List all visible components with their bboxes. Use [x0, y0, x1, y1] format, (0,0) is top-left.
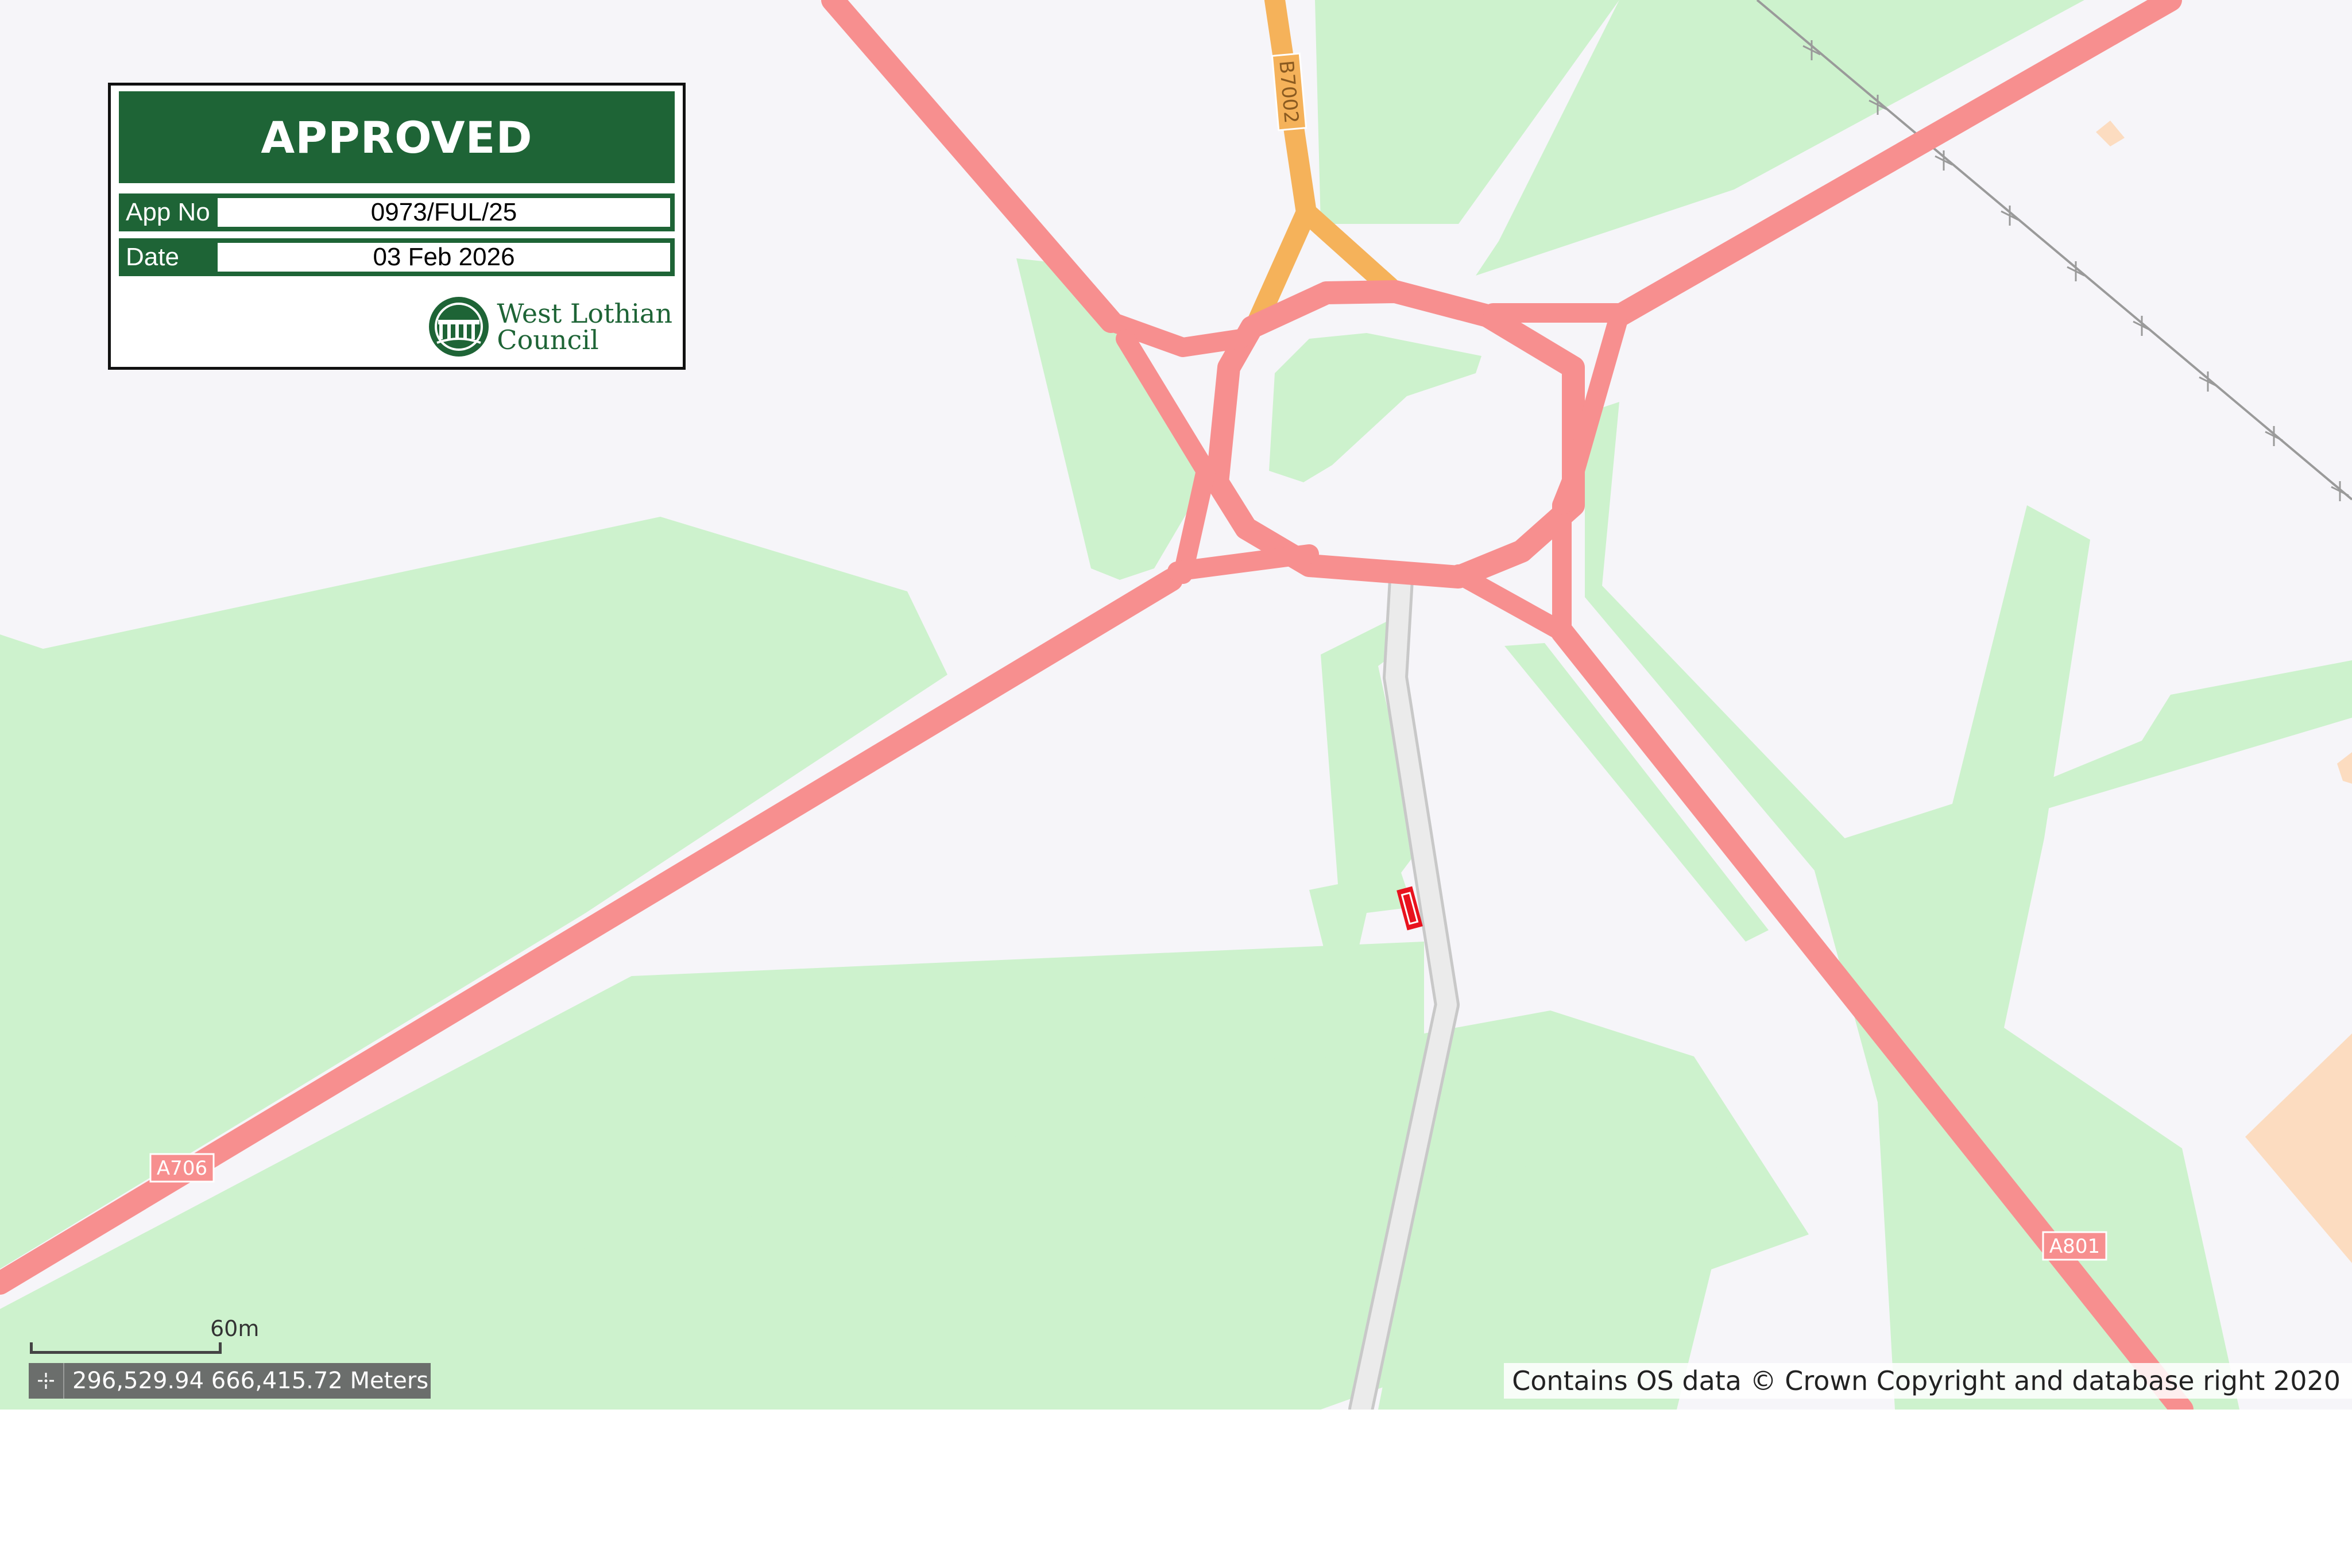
scale-bar-label: 60m — [210, 1316, 260, 1341]
map-view[interactable]: A706 A801 B7002 APPROVED App No 0973/FUL… — [0, 0, 2352, 1410]
svg-text:A706: A706 — [157, 1157, 207, 1180]
coordinate-text: 296,529.94 666,415.72 Meters — [72, 1368, 429, 1394]
date-row: Date 03 Feb 2026 — [119, 238, 675, 276]
council-name: West Lothian Council — [497, 300, 672, 353]
app-no-label: App No — [126, 198, 210, 226]
council-logo: West Lothian Council — [427, 295, 672, 359]
road-label-a801: A801 — [2042, 1231, 2107, 1261]
road-label-b7002: B7002 — [1271, 52, 1307, 131]
date-label: Date — [126, 243, 179, 271]
stamp-title: APPROVED — [119, 91, 675, 183]
road-label-a706: A706 — [149, 1153, 215, 1183]
app-no-value: 0973/FUL/25 — [218, 198, 670, 227]
crosshair-icon[interactable] — [29, 1363, 64, 1399]
approval-stamp: APPROVED App No 0973/FUL/25 Date 03 Feb … — [108, 83, 686, 370]
svg-text:A801: A801 — [2049, 1235, 2100, 1258]
app-no-row: App No 0973/FUL/25 — [119, 193, 675, 231]
date-value: 03 Feb 2026 — [218, 243, 670, 272]
scale-bar — [30, 1342, 222, 1354]
map-attribution: Contains OS data © Crown Copyright and d… — [1504, 1363, 2352, 1399]
council-viaduct-logo-icon — [429, 297, 489, 357]
council-name-line2: Council — [497, 324, 599, 355]
coordinate-readout[interactable]: 296,529.94 666,415.72 Meters — [29, 1363, 431, 1399]
council-name-line1: West Lothian — [497, 298, 672, 329]
